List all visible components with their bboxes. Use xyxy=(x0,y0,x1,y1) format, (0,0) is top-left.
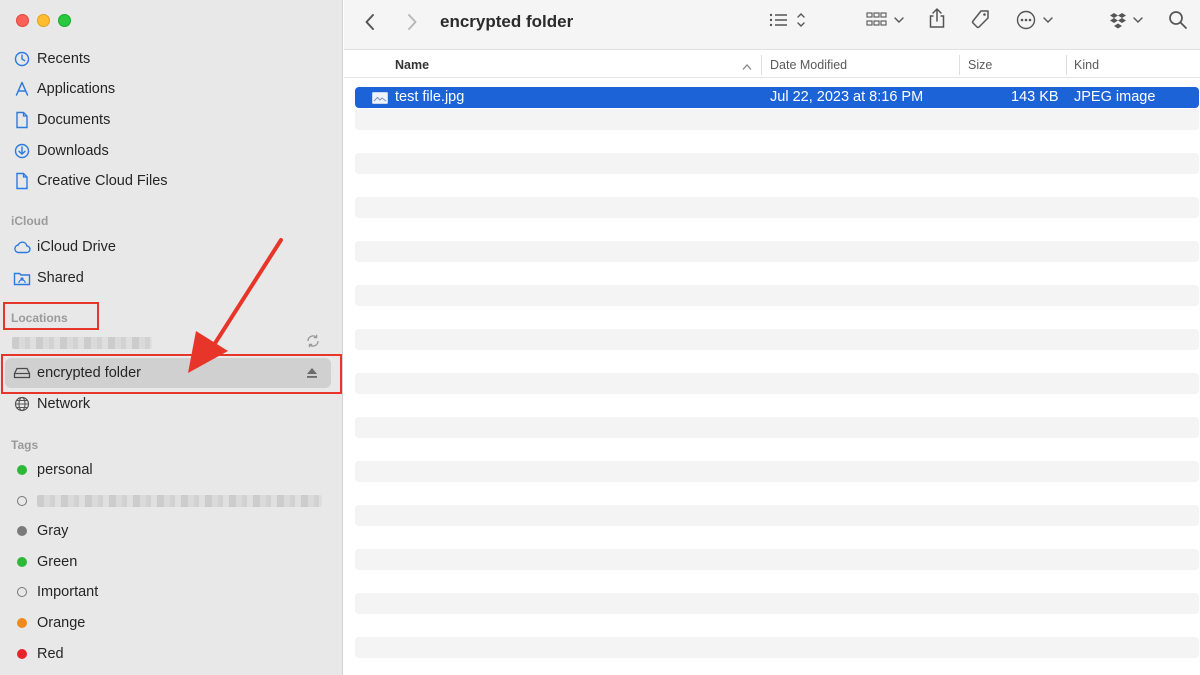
file-row[interactable]: test file.jpg Jul 22, 2023 at 8:16 PM 14… xyxy=(355,87,1199,108)
empty-row xyxy=(355,637,1199,658)
group-button[interactable] xyxy=(866,11,906,33)
finder-window: Recents Applications Documents Downloads… xyxy=(0,0,1200,675)
file-kind: JPEG image xyxy=(1074,89,1156,105)
empty-row xyxy=(355,373,1199,394)
list-view-button[interactable] xyxy=(768,11,808,33)
sidebar-item-label: Important xyxy=(37,584,99,600)
tag-icon xyxy=(969,9,991,36)
list-view-icon xyxy=(768,11,808,34)
sidebar-tag-red[interactable]: Red xyxy=(0,640,342,668)
image-file-icon xyxy=(372,92,388,108)
empty-row xyxy=(355,549,1199,570)
empty-row xyxy=(355,197,1199,218)
sidebar-tag-important[interactable]: Important xyxy=(0,578,342,606)
column-date-modified[interactable]: Date Modified xyxy=(770,58,847,72)
tag-dot-icon xyxy=(12,552,32,572)
share-icon xyxy=(927,7,947,34)
column-divider[interactable] xyxy=(1066,55,1067,75)
main-pane: encrypted folder Name Date Modified Size… xyxy=(344,0,1200,675)
column-divider[interactable] xyxy=(761,55,762,75)
sidebar-item-label: Orange xyxy=(37,615,86,631)
empty-row xyxy=(355,241,1199,262)
column-header-row: Name Date Modified Size Kind xyxy=(344,52,1200,78)
empty-row xyxy=(355,505,1199,526)
dropbox-icon xyxy=(1110,11,1146,34)
search-icon xyxy=(1168,10,1188,35)
tag-button[interactable] xyxy=(969,9,991,36)
empty-row xyxy=(355,461,1199,482)
empty-row xyxy=(355,329,1199,350)
forward-button[interactable] xyxy=(406,11,418,33)
sidebar-tag-personal[interactable]: personal xyxy=(0,456,342,484)
share-button[interactable] xyxy=(927,7,947,34)
sidebar-item-label: Red xyxy=(37,646,64,662)
file-name: test file.jpg xyxy=(395,89,465,105)
empty-row xyxy=(355,593,1199,614)
section-header-tags: Tags xyxy=(11,438,39,452)
tag-dot-icon xyxy=(12,644,32,664)
file-size: 143 KB xyxy=(1011,89,1059,105)
sidebar-item-label: Gray xyxy=(37,523,69,539)
empty-row xyxy=(355,153,1199,174)
empty-row xyxy=(355,109,1199,130)
sidebar-tag-orange[interactable]: Orange xyxy=(0,609,342,637)
sidebar-item-label: Green xyxy=(37,554,78,570)
sidebar-tag-gray[interactable]: Gray xyxy=(0,517,342,545)
sidebar-tag-green[interactable]: Green xyxy=(0,548,342,576)
sidebar-item-label: personal xyxy=(37,462,93,478)
column-name[interactable]: Name xyxy=(395,58,429,72)
file-date-modified: Jul 22, 2023 at 8:16 PM xyxy=(770,89,924,105)
tag-dot-icon xyxy=(12,460,32,480)
tag-dot-icon xyxy=(12,582,32,602)
sort-ascending-icon xyxy=(742,60,752,74)
column-size[interactable]: Size xyxy=(968,58,992,72)
window-title: encrypted folder xyxy=(440,12,574,31)
sidebar-tag-blurred[interactable] xyxy=(0,487,342,515)
tag-dot-icon xyxy=(12,491,32,511)
column-divider[interactable] xyxy=(959,55,960,75)
toolbar: encrypted folder xyxy=(344,0,1200,50)
back-button[interactable] xyxy=(364,11,376,33)
more-icon xyxy=(1016,10,1056,35)
annotation-arrow-icon xyxy=(188,238,283,373)
tag-dot-icon xyxy=(12,613,32,633)
blurred-tag-name xyxy=(37,495,322,507)
empty-row xyxy=(355,417,1199,438)
action-menu-button[interactable] xyxy=(1016,10,1056,35)
tag-dot-icon xyxy=(12,521,32,541)
column-kind[interactable]: Kind xyxy=(1074,58,1099,72)
grid-icon xyxy=(866,11,906,34)
search-button[interactable] xyxy=(1168,10,1188,35)
empty-row xyxy=(355,285,1199,306)
dropbox-button[interactable] xyxy=(1110,11,1146,33)
